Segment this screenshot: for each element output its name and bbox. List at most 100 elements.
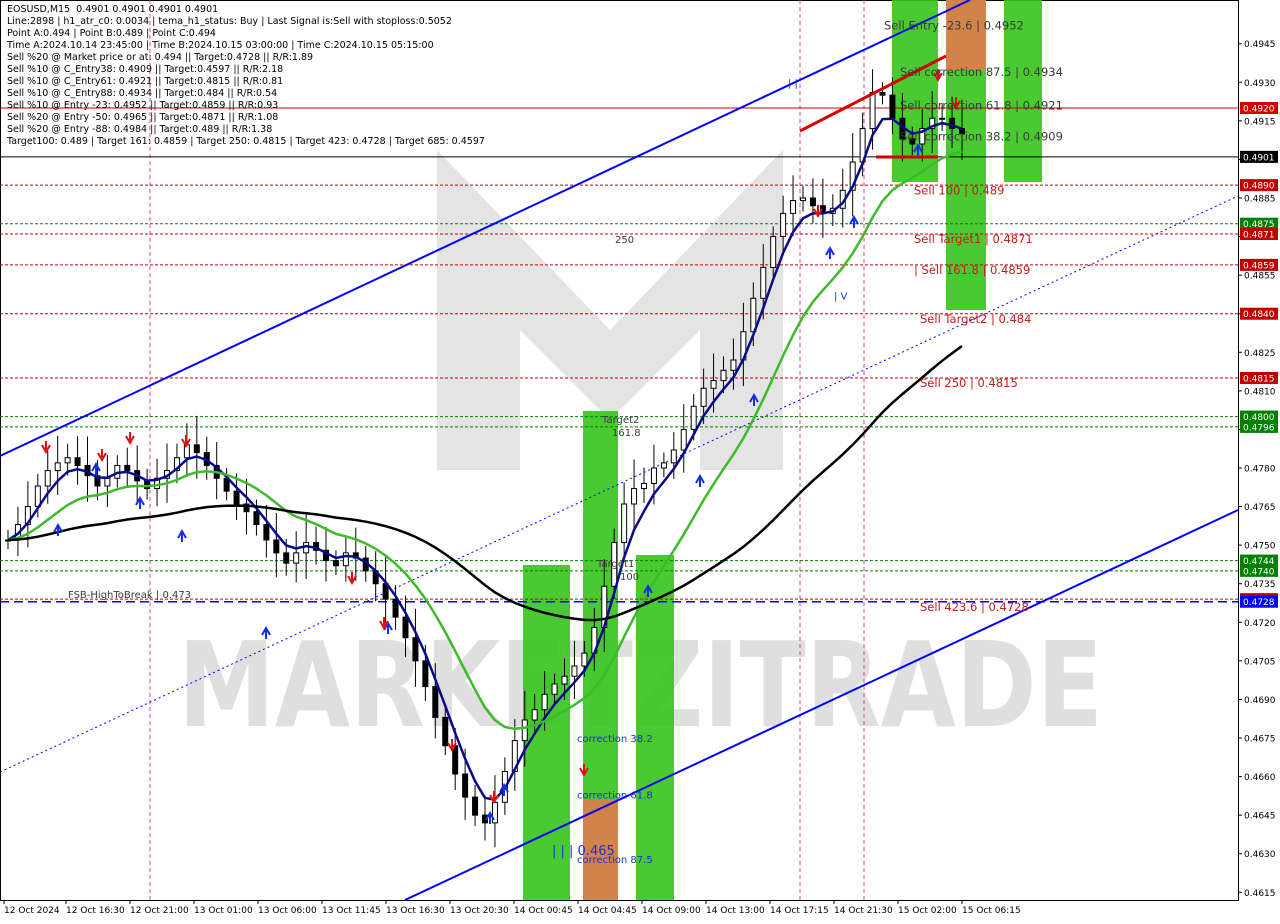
candle-body [412,637,419,662]
candle-body [233,490,240,505]
candle-body [462,773,469,798]
x-tick-label: 15 Oct 02:00 [898,906,957,916]
level-label-7: Sell Target2 | 0.484 [920,312,1031,326]
x-tick-label: 14 Oct 21:30 [834,906,893,916]
annotation-label-0: 250 [615,235,634,246]
level-label-6: | Sell 161.8 | 0.4859 [914,263,1030,277]
y-tick-label: 0.4705 [1244,657,1276,667]
x-tick-label: 14 Oct 09:00 [642,906,701,916]
level-label-9: Sell 423.6 | 0.4728 [920,600,1029,614]
y-tick-label: 0.4735 [1244,580,1276,590]
candle-body [730,359,737,371]
price-tag-label: 0.4796 [1243,423,1275,433]
level-label-4: Sell 100 | 0.489 [914,183,1004,197]
candle-body [253,511,260,526]
candle-body [809,197,816,207]
x-tick-label: 14 Oct 04:45 [578,906,637,916]
chart-root: MARKETZITRADESell Entry -23.6 | 0.4952Se… [0,0,1280,920]
y-tick-label: 0.4810 [1244,387,1276,397]
y-tick-label: 0.4765 [1244,503,1276,513]
annotation-label-9: correction 87.5 [577,855,653,866]
price-chart[interactable]: MARKETZITRADESell Entry -23.6 | 0.4952Se… [0,0,1280,920]
x-tick-label: 12 Oct 2024 [4,906,60,916]
x-tick-label: 14 Oct 13:00 [706,906,765,916]
candle-body [879,92,886,96]
candle-body [650,467,657,484]
annotation-label-5: FSB-HighToBreak | 0.473 [68,590,191,601]
x-tick-label: 12 Oct 16:30 [66,906,125,916]
candle-body [720,369,727,382]
annotation-label-1: Target2 [601,415,639,426]
candle-body [621,503,628,544]
candle-body [283,552,290,564]
level-label-3: Sell correction 38.2 | 0.4909 [900,129,1063,143]
y-tick-label: 0.4630 [1244,850,1276,860]
candle-body [442,716,449,747]
candle-body [263,524,270,541]
candle-body [104,477,111,487]
candle-body [183,444,190,459]
candle-body [690,405,697,430]
candle-body [780,212,787,238]
annotation-label-3: Target1 [596,559,634,570]
candle-body [561,675,568,685]
candle-body [521,719,528,742]
price-tag-label: 0.4901 [1243,153,1275,163]
candle-body [541,693,548,711]
price-tag-label: 0.4859 [1243,261,1275,271]
price-tag-label: 0.4890 [1243,182,1275,192]
candle-body [124,464,131,472]
x-tick-label: 14 Oct 17:15 [770,906,829,916]
candle-body [54,462,61,472]
candle-body [74,457,81,466]
candle-body [700,387,707,407]
candle-body [571,665,578,677]
price-tag-label: 0.4728 [1243,598,1275,608]
candle-body [760,266,767,299]
price-tag-label: 0.4815 [1243,375,1275,385]
x-tick-label: 13 Oct 16:30 [386,906,445,916]
candle-body [332,560,339,567]
candle-body [472,796,479,816]
y-tick-label: 0.4780 [1244,465,1276,475]
x-tick-label: 13 Oct 06:00 [258,906,317,916]
signal-zone-6 [946,0,986,70]
x-tick-label: 13 Oct 20:30 [450,906,509,916]
candle-body [392,598,399,618]
candle-body [64,457,71,464]
x-tick-label: 13 Oct 11:45 [322,906,381,916]
candle-body [939,117,946,120]
candle-body [710,380,717,389]
x-tick-label: 13 Oct 01:00 [194,906,253,916]
candle-body [869,92,876,130]
price-tag-label: 0.4871 [1243,231,1275,241]
y-tick-label: 0.4885 [1244,195,1276,205]
candle-body [402,616,409,639]
candle-body [293,552,300,564]
y-tick-label: 0.4690 [1244,696,1276,706]
y-tick-label: 0.4855 [1244,272,1276,282]
candle-body [193,444,200,454]
y-tick-label: 0.4915 [1244,117,1276,127]
y-tick-label: 0.4645 [1244,812,1276,822]
annotation-label-10: | V [834,292,848,303]
y-tick-label: 0.4660 [1244,773,1276,783]
annotation-label-7: correction 61.8 [577,791,653,802]
candle-body [581,652,588,667]
candle-body [889,94,896,119]
candle-body [800,197,806,202]
candle-body [452,745,459,775]
y-tick-label: 0.4675 [1244,735,1276,745]
annotation-label-11: | | [788,78,798,89]
candle-body [680,428,687,451]
level-label-8: Sell 250 | 0.4815 [920,376,1018,390]
y-tick-label: 0.4720 [1244,619,1276,629]
x-tick-label: 14 Oct 00:45 [514,906,573,916]
price-tag-label: 0.4920 [1243,105,1275,115]
price-tag-label: 0.4840 [1243,310,1275,320]
level-label-0: Sell Entry -23.6 | 0.4952 [884,19,1024,33]
candle-body [273,539,280,554]
annotation-label-2: 161.8 [612,428,641,439]
candle-body [44,470,51,487]
y-tick-label: 0.4825 [1244,349,1276,359]
